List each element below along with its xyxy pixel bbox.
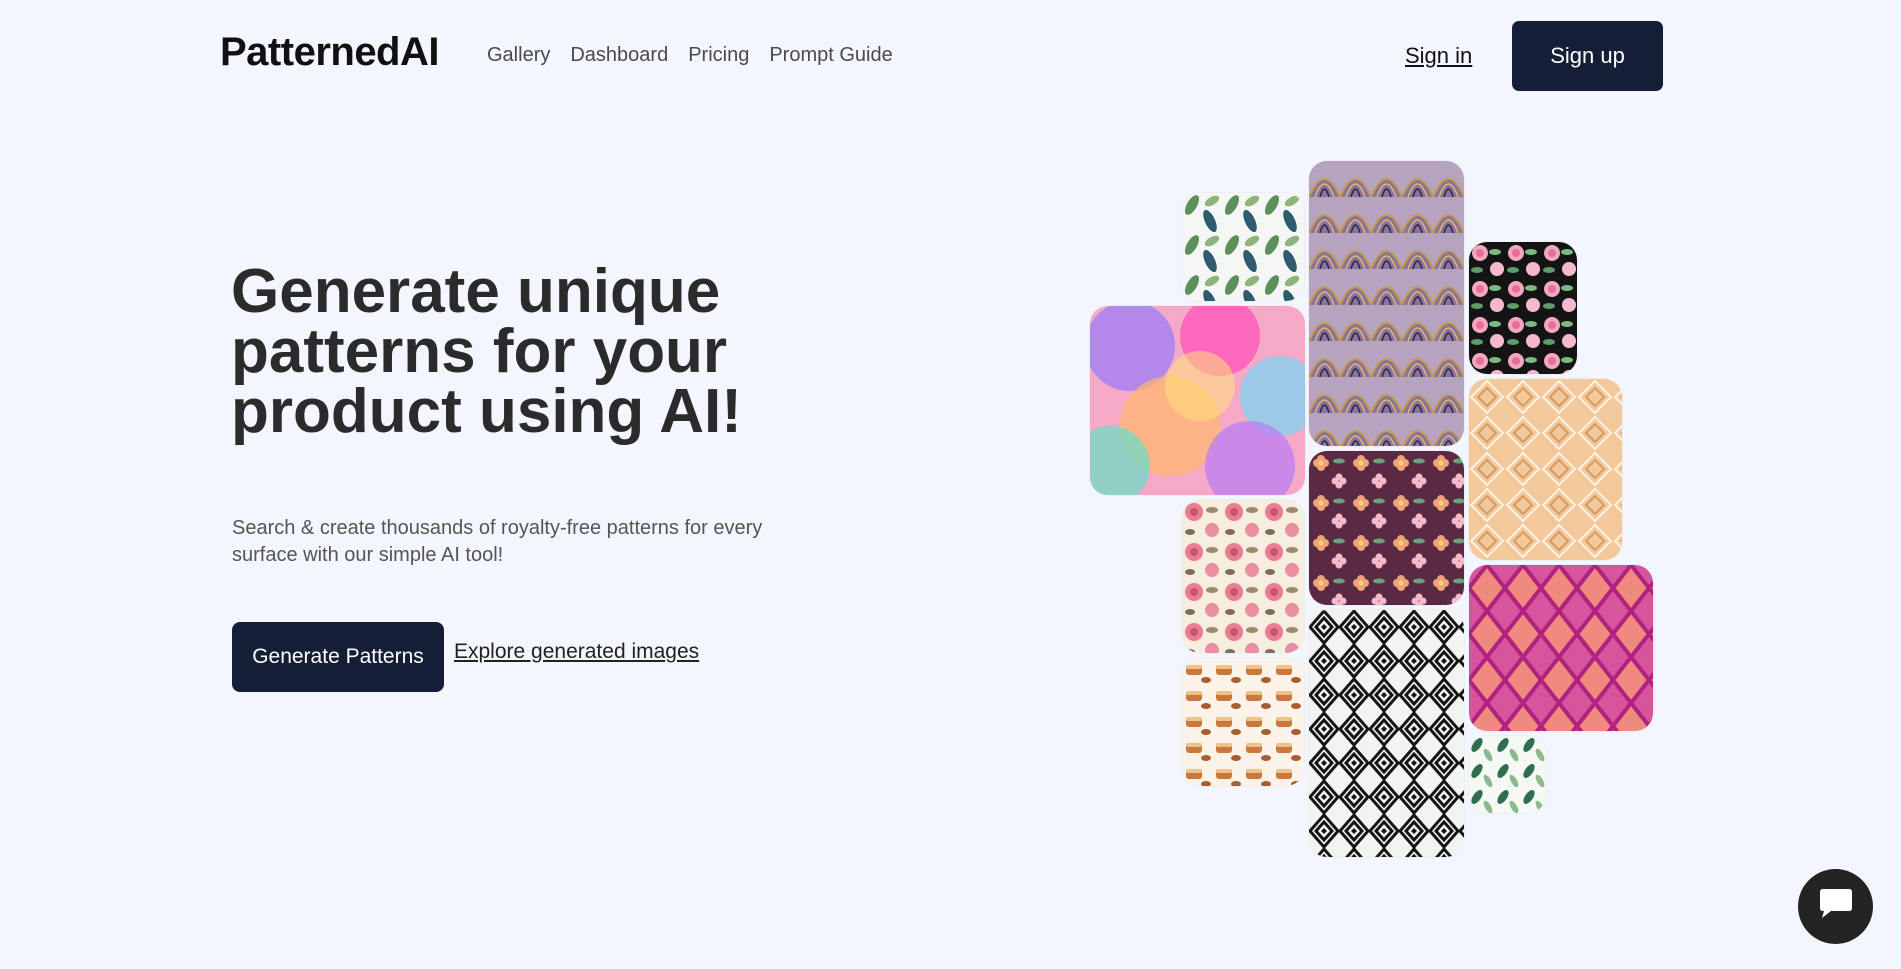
art-deco-fan-pattern <box>1309 161 1464 446</box>
explore-images-link[interactable]: Explore generated images <box>454 640 699 664</box>
hero-subtitle: Search & create thousands of royalty-fre… <box>232 517 763 566</box>
nav-prompt-guide[interactable]: Prompt Guide <box>769 44 892 67</box>
colorful-bubbles-pattern <box>1090 306 1305 495</box>
flowers-burgundy-pattern <box>1309 451 1464 605</box>
site-header: PatternedAI Gallery Dashboard Pricing Pr… <box>0 0 1901 112</box>
nav-gallery[interactable]: Gallery <box>487 44 550 67</box>
main-nav: Gallery Dashboard Pricing Prompt Guide <box>487 44 893 67</box>
hero-title: Generate unique patterns for your produc… <box>231 257 742 446</box>
generate-patterns-button[interactable]: Generate Patterns <box>232 622 444 692</box>
pink-roses-black-pattern <box>1469 242 1577 374</box>
green-leaves-small-pattern <box>1469 736 1546 813</box>
logo[interactable]: PatternedAI <box>220 30 440 75</box>
pastries-pattern <box>1182 659 1304 786</box>
nav-pricing[interactable]: Pricing <box>688 44 749 67</box>
chat-bubble-icon <box>1817 887 1855 926</box>
peach-geometric-diamond-pattern <box>1469 379 1622 560</box>
watercolor-leaves-pattern <box>1182 193 1304 301</box>
chat-launcher-button[interactable] <box>1798 869 1873 944</box>
sign-in-link[interactable]: Sign in <box>1405 43 1472 69</box>
magenta-lattice-pattern <box>1469 565 1653 731</box>
sign-up-button[interactable]: Sign up <box>1512 21 1663 91</box>
pink-roses-cream-pattern <box>1182 500 1304 653</box>
black-white-diamond-pattern <box>1309 610 1464 857</box>
nav-dashboard[interactable]: Dashboard <box>570 44 668 67</box>
